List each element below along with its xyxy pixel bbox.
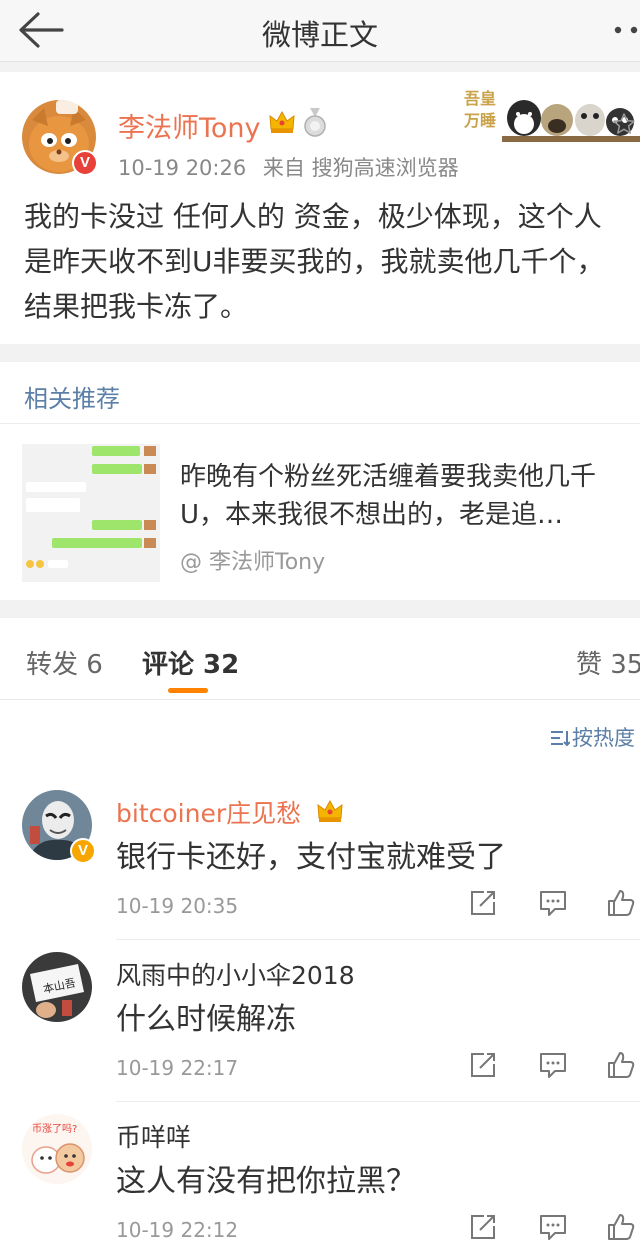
related-author[interactable]: @ 李法师Tony [180,544,325,576]
post-timestamp: 10-19 20:26 [118,156,247,180]
post-card: V 李法师Tony 10-19 20:26 来自 搜狗高速浏览器 吾皇 万睡 我… [0,72,640,344]
commenter-name[interactable]: 风雨中的小小伞2018 [116,956,355,992]
related-item[interactable]: 昨晚有个粉丝死活缠着要我卖他几千U，本来我很不想出的，老是追… @ 李法师Ton… [0,424,640,600]
post-source: 来自 搜狗高速浏览器 [262,156,459,180]
like-icon[interactable] [606,1212,636,1242]
avatar-caption-text: 币涨了吗? [32,1123,77,1135]
sticker-text-a: 吾皇 [464,89,496,108]
reply-icon[interactable] [538,888,568,918]
commenter-avatar[interactable]: 本山吾 [22,952,92,1022]
comment-text: 这人有没有把你拉黑？ [116,1164,416,1199]
sign-holder-avatar-icon: 本山吾 [22,952,92,1022]
post-author-name[interactable]: 李法师Tony [118,106,261,145]
related-section-header: 相关推荐 [0,362,640,424]
sort-button[interactable]: 按热度 [550,722,635,752]
like-icon[interactable] [606,1050,636,1080]
commenter-avatar[interactable]: 币涨了吗? [22,1114,92,1184]
cartoon-sheep-avatar-icon: 币涨了吗? [22,1114,92,1184]
commenter-name[interactable]: bitcoiner庄见愁 [116,794,301,830]
comment-time: 10-19 22:17 [116,1056,239,1080]
sort-lines-icon [551,731,570,747]
medal-icon [304,108,326,137]
comment-list: 按热度 V bitcoiner庄见愁 银行卡还好，支付宝就难受了 10-19 2… [0,700,640,1247]
top-nav-bar: 微博正文 [0,0,640,62]
reply-icon[interactable] [538,1212,568,1242]
share-icon[interactable] [468,1212,498,1242]
post-author-avatar[interactable]: V [22,100,98,176]
comment-text: 什么时候解冻 [116,1002,296,1037]
share-icon[interactable] [468,888,498,918]
sticker-text-b: 万睡 [463,111,496,130]
interaction-tabs: 转发 6 评论 32 赞 35 [0,618,640,700]
comment-item: 本山吾 风雨中的小小伞2018 什么时候解冻 10-19 22:17 [0,940,640,1102]
post-meta: 10-19 20:26 来自 搜狗高速浏览器 [118,152,459,182]
tab-repost[interactable]: 转发 6 [26,644,103,681]
commenter-name[interactable]: 币咩咩 [116,1118,191,1154]
share-icon[interactable] [468,1050,498,1080]
tab-like[interactable]: 赞 35 [576,644,640,681]
chat-screenshot-thumbnail [22,444,160,582]
comment-time: 10-19 22:12 [116,1218,239,1242]
star-icon[interactable] [612,112,636,136]
commenter-verified-badge: V [70,838,96,864]
sort-label: 按热度 [572,726,635,750]
comment-text: 银行卡还好，支付宝就难受了 [116,840,506,875]
comment-time: 10-19 20:35 [116,894,239,918]
page-title: 微博正文 [261,18,378,52]
active-tab-indicator [168,688,208,693]
related-label: 相关推荐 [24,385,120,413]
more-dots-icon[interactable] [608,20,640,40]
crown-icon [269,110,295,133]
like-icon[interactable] [606,888,636,918]
related-title[interactable]: 昨晚有个粉丝死活缠着要我卖他几千U，本来我很不想出的，老是追… [180,458,632,534]
crown-icon [317,799,343,822]
post-body: 我的卡没过 任何人的 资金，极少体现，这个人是昨天收不到U非要买我的，我就卖他几… [24,200,605,323]
comment-item: 币涨了吗? 币咩咩 这人有没有把你拉黑？ 10-19 22:12 [0,1102,640,1247]
verified-badge: V [72,150,98,176]
tab-comment[interactable]: 评论 32 [142,644,239,681]
comment-item: V bitcoiner庄见愁 银行卡还好，支付宝就难受了 10-19 20:35 [0,778,640,940]
related-thumbnail [22,444,160,582]
reply-icon[interactable] [538,1050,568,1080]
